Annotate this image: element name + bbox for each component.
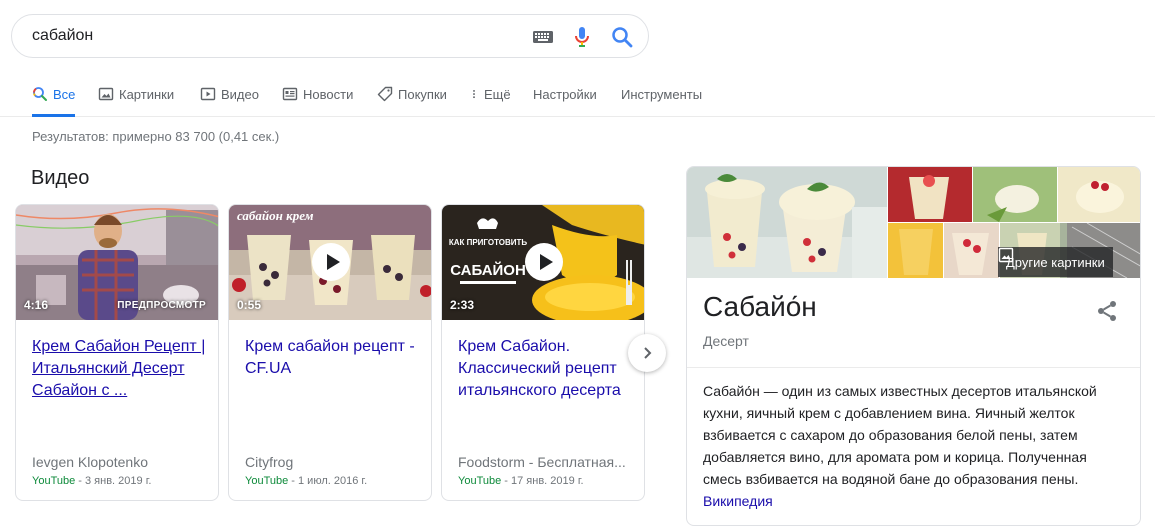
microphone-icon[interactable] [570, 25, 594, 49]
tab-shopping-label: Покупки [398, 86, 447, 102]
tab-video[interactable]: Видео [200, 72, 259, 116]
wikipedia-link[interactable]: Википедия [703, 493, 773, 509]
video-meta: YouTube - 1 июл. 2016 г. [245, 475, 367, 487]
video-date: - 3 янв. 2019 г. [75, 475, 152, 487]
video-card[interactable]: 4:16 ПРЕДПРОСМОТР Крем Сабайон Рецепт | … [15, 204, 219, 501]
search-icon[interactable] [610, 25, 634, 49]
video-channel: Foodstorm - Бесплатная... [458, 454, 626, 470]
search-box[interactable] [11, 14, 649, 58]
tab-settings[interactable]: Настройки [533, 72, 597, 116]
videos-heading: Видео [31, 167, 90, 189]
video-duration: 0:55 [237, 298, 262, 312]
tab-more-label: Ещё [484, 86, 511, 102]
carousel-next-button[interactable] [628, 334, 666, 372]
video-card[interactable]: КАК ПРИГОТОВИТЬ САБАЙОН 2:33 Крем Сабайо… [441, 204, 645, 501]
video-title-link[interactable]: Крем Сабайон Рецепт | Итальянский Десерт… [32, 336, 208, 402]
tab-all[interactable]: Все [32, 72, 76, 117]
tab-images-label: Картинки [119, 86, 175, 102]
thumbnail-caption-small: КАК ПРИГОТОВИТЬ [449, 238, 528, 247]
thumbnail-caption: сабайон крем [237, 208, 314, 223]
video-icon [200, 87, 216, 101]
tab-tools-label: Инструменты [621, 86, 703, 102]
tab-tools[interactable]: Инструменты [621, 72, 702, 116]
result-stats: Результатов: примерно 83 700 (0,41 сек.) [32, 129, 280, 144]
video-channel: Ievgen Klopotenko [32, 454, 148, 470]
keyboard-icon[interactable] [531, 25, 555, 49]
tab-all-label: Все [53, 86, 76, 102]
thumbnail-caption: САБАЙОН [450, 261, 526, 279]
tab-news[interactable]: Новости [282, 72, 353, 116]
video-thumbnail[interactable]: сабайон крем 0:55 [229, 205, 431, 320]
video-date: - 1 июл. 2016 г. [288, 475, 368, 487]
tab-news-label: Новости [303, 86, 354, 102]
video-meta: YouTube - 3 янв. 2019 г. [32, 475, 151, 487]
more-images-label: Другие картинки [1006, 254, 1105, 270]
video-title-link[interactable]: Крем сабайон рецепт - CF.UA [245, 336, 421, 380]
video-duration: 4:16 [24, 298, 49, 312]
search-icon [33, 87, 47, 101]
chevron-right-icon [644, 347, 652, 359]
tag-icon [377, 86, 393, 102]
video-card[interactable]: сабайон крем 0:55 Крем сабайон рецепт - … [228, 204, 432, 501]
video-channel: Cityfrog [245, 454, 294, 470]
tab-settings-label: Настройки [533, 86, 597, 102]
search-tabs: Все Картинки Видео Новости Покупки Ещё Н… [0, 72, 1155, 117]
tab-images[interactable]: Картинки [98, 72, 174, 116]
news-icon [282, 87, 298, 101]
more-vert-icon [473, 89, 475, 99]
tab-video-label: Видео [221, 86, 259, 102]
entity-description: Сабайо́н — один из самых известных десер… [703, 380, 1123, 512]
play-icon[interactable] [524, 242, 564, 282]
search-input[interactable] [32, 23, 502, 49]
image-icon [98, 87, 114, 101]
tab-more[interactable]: Ещё [469, 72, 511, 116]
video-source: YouTube [32, 475, 76, 487]
divider [687, 367, 1140, 368]
preview-label: ПРЕДПРОСМОТР [117, 300, 206, 311]
video-title-link[interactable]: Крем Сабайон. Классический рецепт италья… [458, 336, 634, 402]
entity-title: Сабайо́н [703, 291, 817, 322]
video-date: - 17 янв. 2019 г. [501, 475, 584, 487]
image-collage[interactable]: Другие картинки [687, 167, 1140, 278]
tab-shopping[interactable]: Покупки [377, 72, 447, 116]
video-duration: 2:33 [450, 298, 475, 312]
play-icon[interactable] [311, 242, 351, 282]
video-meta: YouTube - 17 янв. 2019 г. [458, 475, 584, 487]
entity-type: Десерт [703, 333, 749, 349]
knowledge-panel: Другие картинки Сабайо́н Десерт Сабайо́н… [686, 166, 1141, 526]
image-icon [998, 247, 1014, 263]
more-images-button[interactable]: Другие картинки [998, 247, 1113, 277]
video-source: YouTube [458, 475, 502, 487]
description-text: Сабайо́н — один из самых известных десер… [703, 383, 1097, 487]
share-icon[interactable] [1095, 299, 1119, 323]
video-thumbnail[interactable]: КАК ПРИГОТОВИТЬ САБАЙОН 2:33 [442, 205, 644, 320]
video-source: YouTube [245, 475, 289, 487]
video-thumbnail[interactable]: 4:16 ПРЕДПРОСМОТР [16, 205, 218, 320]
